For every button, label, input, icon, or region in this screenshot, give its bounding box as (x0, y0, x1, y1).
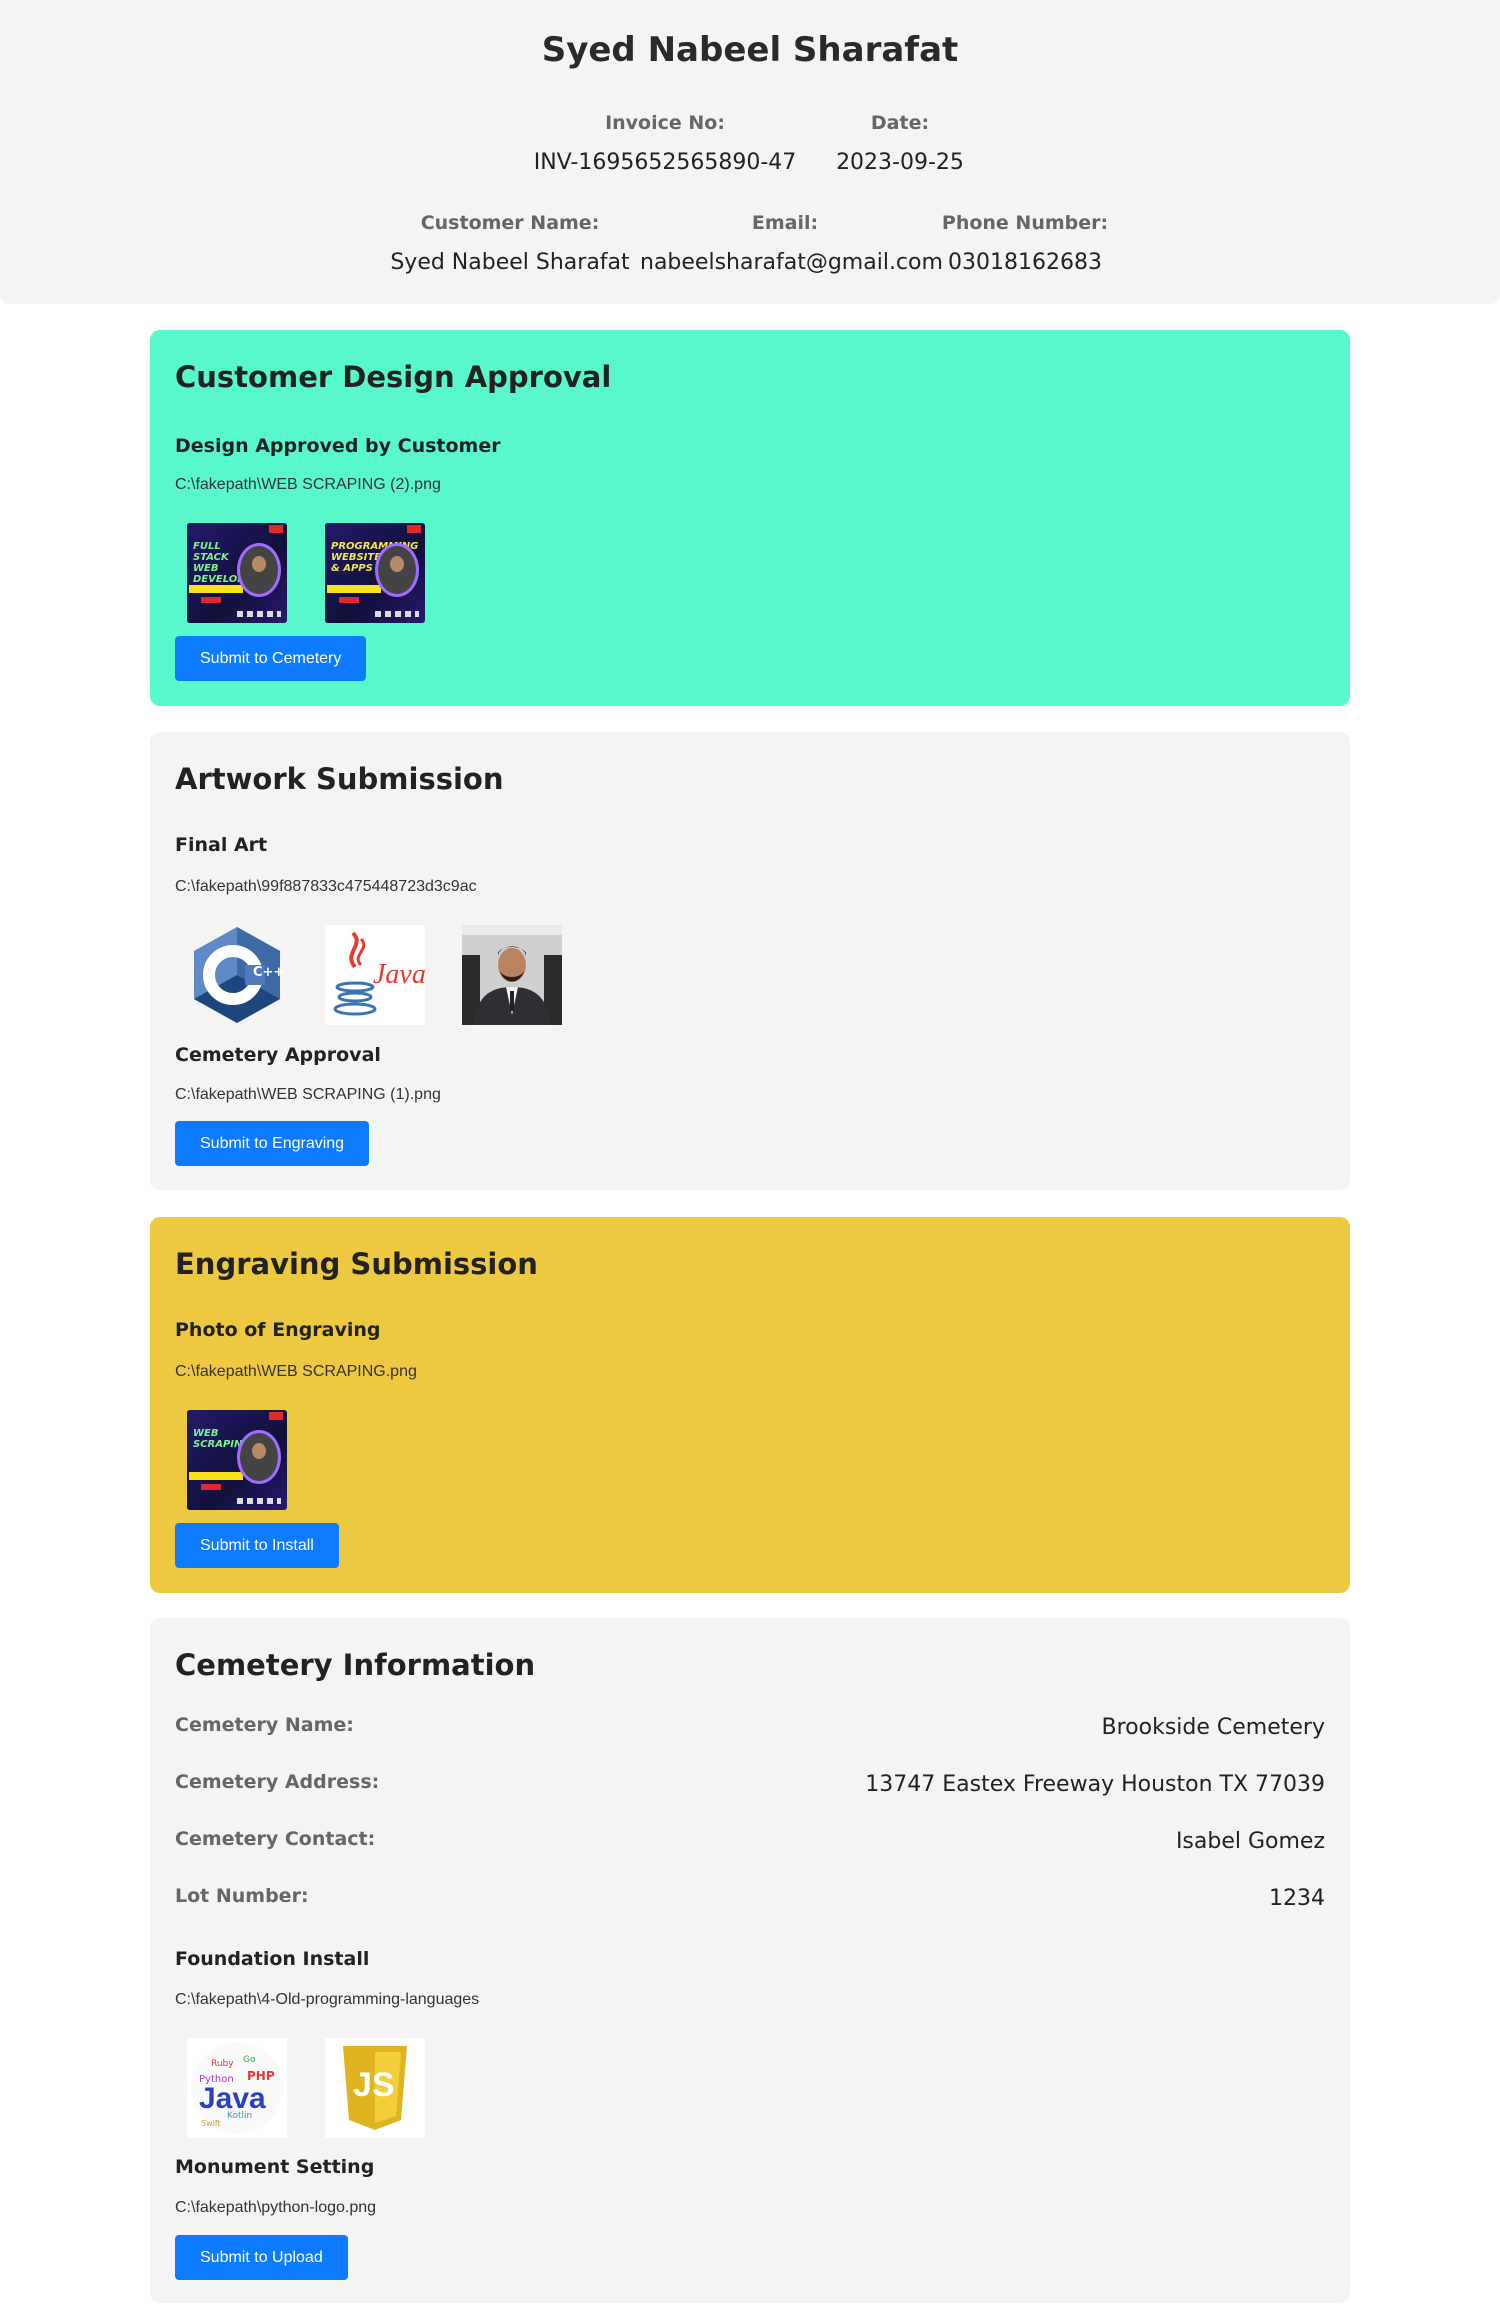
customer-name-label: Customer Name: (420, 212, 600, 234)
svg-text:Go: Go (243, 2055, 256, 2065)
cpp-logo-image[interactable]: C++ (187, 925, 287, 1025)
java-logo-text: Java (373, 959, 425, 990)
cemetery-approval-file-name: C:\fakepath\WEB SCRAPING (1).png (175, 1086, 441, 1103)
phone-label: Phone Number: (941, 212, 1109, 234)
cemetery-contact-value: Isabel Gomez (1175, 1829, 1325, 1854)
invoice-no-label: Invoice No: (605, 112, 725, 134)
design-approval-card: Customer Design Approval Design Approved… (150, 330, 1350, 706)
customer-name-value: Syed Nabeel Sharafat (390, 250, 630, 275)
cemetery-address-value: 13747 Eastex Freeway Houston TX 77039 (865, 1772, 1325, 1797)
svg-text:Swift: Swift (201, 2119, 221, 2128)
final-art-label: Final Art (175, 834, 268, 856)
phone-value: 03018162683 (948, 250, 1102, 275)
submit-to-engraving-button[interactable]: Submit to Engraving (175, 1121, 370, 1166)
lot-number-value: 1234 (1269, 1886, 1325, 1911)
engraving-submission-card: Engraving Submission Photo of Engraving … (150, 1217, 1350, 1593)
cpp-logo-text: C++ (253, 965, 285, 980)
javascript-logo-text: JS (353, 2066, 395, 2104)
thumbnail-caption: FULL STACK WEB DEVELOPMENT (193, 541, 277, 585)
cemetery-approval-label: Cemetery Approval (175, 1044, 381, 1066)
date-value: 2023-09-25 (836, 150, 964, 175)
submit-to-cemetery-button[interactable]: Submit to Cemetery (175, 636, 367, 681)
thumbnail-caption: WEB SCRAPING (193, 1428, 251, 1450)
date-label: Date: (870, 112, 930, 134)
thumbnail-caption: PROGRAMMING WEBSITES & APPS (331, 541, 419, 574)
design-approved-label: Design Approved by Customer (175, 435, 501, 457)
email-value: nabeelsharafat@gmail.com (640, 250, 943, 275)
languages-wordcloud-image[interactable]: Ruby Go Python PHP Kotlin Swift Java (187, 2038, 287, 2138)
photo-of-engraving-label: Photo of Engraving (175, 1319, 381, 1341)
cemetery-contact-label: Cemetery Contact: (175, 1828, 376, 1850)
svg-text:PHP: PHP (247, 2069, 275, 2083)
svg-text:Ruby: Ruby (211, 2059, 234, 2069)
customer-title: Syed Nabeel Sharafat (541, 30, 959, 70)
foundation-install-label: Foundation Install (175, 1948, 370, 1970)
monument-setting-label: Monument Setting (175, 2156, 375, 2178)
engraving-file-name: C:\fakepath\WEB SCRAPING.png (175, 1363, 417, 1380)
artwork-title: Artwork Submission (175, 762, 504, 796)
cemetery-name-label: Cemetery Name: (175, 1714, 354, 1736)
cemetery-info-title: Cemetery Information (175, 1648, 536, 1682)
java-logo-image[interactable]: Java (325, 925, 425, 1025)
engraving-thumbnail[interactable]: WEB SCRAPING (187, 1410, 287, 1510)
invoice-header: Syed Nabeel Sharafat Invoice No: INV-169… (0, 0, 1500, 304)
submit-to-install-button[interactable]: Submit to Install (175, 1523, 339, 1568)
artwork-submission-card: Artwork Submission Final Art C:\fakepath… (150, 732, 1350, 1190)
java-wordcloud-text: Java (199, 2082, 266, 2115)
invoice-no-value: INV-1695652565890-47 (533, 150, 797, 175)
design-approval-title: Customer Design Approval (175, 360, 612, 394)
email-label: Email: (751, 212, 819, 234)
lot-number-label: Lot Number: (175, 1885, 309, 1907)
foundation-file-name: C:\fakepath\4-Old-programming-languages (175, 1991, 480, 2008)
submit-to-upload-button[interactable]: Submit to Upload (175, 2235, 348, 2280)
cemetery-address-label: Cemetery Address: (175, 1771, 380, 1793)
portrait-photo[interactable] (462, 925, 562, 1025)
design-file-name: C:\fakepath\WEB SCRAPING (2).png (175, 476, 441, 493)
design-thumbnail-1[interactable]: FULL STACK WEB DEVELOPMENT (187, 523, 287, 623)
javascript-logo-image[interactable]: JS (325, 2038, 425, 2138)
design-thumbnail-2[interactable]: PROGRAMMING WEBSITES & APPS (325, 523, 425, 623)
cemetery-information-card: Cemetery Information Cemetery Name: Broo… (150, 1618, 1350, 2303)
engraving-title: Engraving Submission (175, 1247, 538, 1281)
cemetery-name-value: Brookside Cemetery (1101, 1715, 1325, 1740)
final-art-file-name: C:\fakepath\99f887833c475448723d3c9ac (175, 878, 477, 895)
monument-file-name: C:\fakepath\python-logo.png (175, 2199, 377, 2216)
